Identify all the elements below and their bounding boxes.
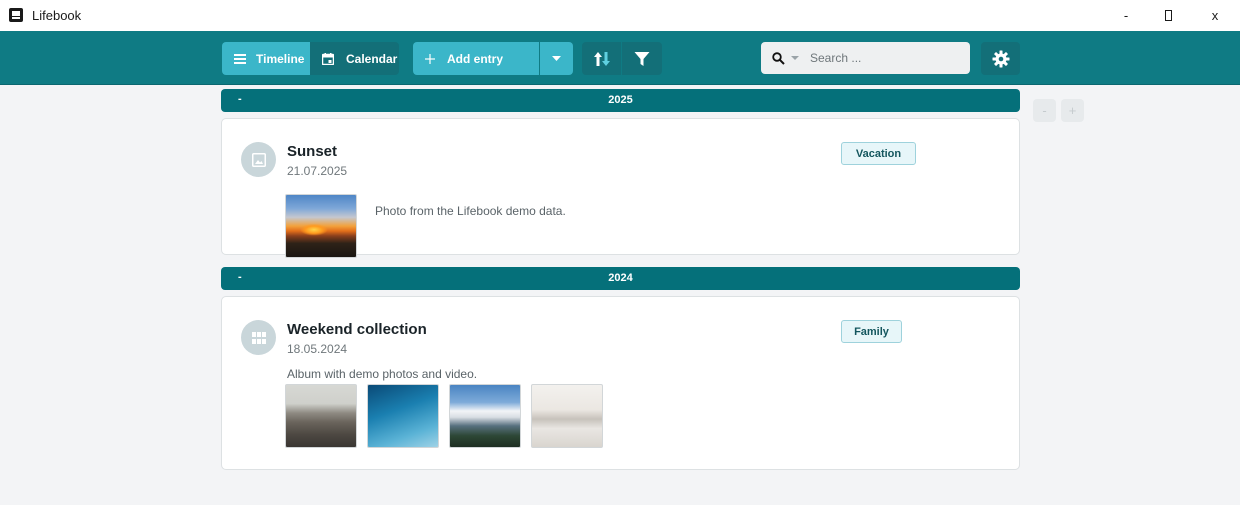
search-box[interactable] xyxy=(761,42,970,74)
sort-button[interactable] xyxy=(582,42,621,75)
app-logo-icon xyxy=(9,8,23,22)
photo-thumbnail[interactable] xyxy=(367,384,439,448)
settings-button[interactable] xyxy=(981,42,1020,75)
sort-arrows-icon xyxy=(593,50,611,68)
calendar-view-button[interactable]: Calendar xyxy=(310,42,399,75)
plus-icon xyxy=(425,53,435,64)
year-label: 2025 xyxy=(608,94,633,106)
calendar-label: Calendar xyxy=(346,51,398,66)
photo-thumbnail[interactable] xyxy=(531,384,603,448)
timeline-label: Timeline xyxy=(256,51,305,66)
year-header-2024[interactable]: - 2024 xyxy=(221,267,1020,290)
filter-button[interactable] xyxy=(622,42,662,75)
year-label: 2024 xyxy=(608,272,633,284)
list-icon xyxy=(234,53,246,64)
grid-icon xyxy=(241,320,276,355)
search-icon xyxy=(772,51,785,65)
entry-date: 21.07.2025 xyxy=(287,164,348,178)
maximize-button[interactable] xyxy=(1145,0,1191,31)
toolbar: Timeline Calendar Add entry xyxy=(0,31,1240,85)
minimize-button[interactable]: - xyxy=(1103,0,1149,31)
maximize-icon xyxy=(1164,10,1172,21)
tag-badge[interactable]: Vacation xyxy=(841,142,916,165)
photo-thumbnail[interactable] xyxy=(285,384,357,448)
add-entry-label: Add entry xyxy=(447,51,504,66)
entry-card-sunset[interactable]: Sunset 21.07.2025 Vacation Photo from th… xyxy=(221,118,1020,258)
entry-date: 18.05.2024 xyxy=(287,342,348,356)
add-entry-dropdown-button[interactable] xyxy=(540,42,573,75)
zoom-in-button[interactable]: + xyxy=(1061,99,1084,122)
title-bar: Lifebook - x xyxy=(0,0,1240,31)
filter-icon xyxy=(634,51,650,67)
calendar-icon xyxy=(322,52,334,65)
gear-icon xyxy=(992,50,1010,68)
year-header-2025[interactable]: - 2025 xyxy=(221,89,1020,112)
entry-title: Weekend collection xyxy=(287,321,427,338)
photo-thumbnail[interactable] xyxy=(285,194,357,258)
image-icon xyxy=(241,142,276,177)
zoom-out-button[interactable]: - xyxy=(1033,99,1056,122)
entry-description: Album with demo photos and video. xyxy=(287,367,478,381)
timeline-view-button[interactable]: Timeline xyxy=(222,42,310,75)
chevron-down-icon xyxy=(552,56,561,61)
tag-badge[interactable]: Family xyxy=(841,320,902,343)
search-input[interactable] xyxy=(810,51,950,65)
photo-thumbnail[interactable] xyxy=(449,384,521,448)
search-options-chevron-icon[interactable] xyxy=(791,56,799,60)
close-button[interactable]: x xyxy=(1192,0,1238,31)
entry-title: Sunset xyxy=(287,143,338,160)
window-title: Lifebook xyxy=(32,8,82,23)
add-entry-button[interactable]: Add entry xyxy=(413,42,539,75)
entry-description: Photo from the Lifebook demo data. xyxy=(375,204,566,218)
entry-card-weekend-collection[interactable]: Weekend collection 18.05.2024 Family Alb… xyxy=(221,296,1020,470)
